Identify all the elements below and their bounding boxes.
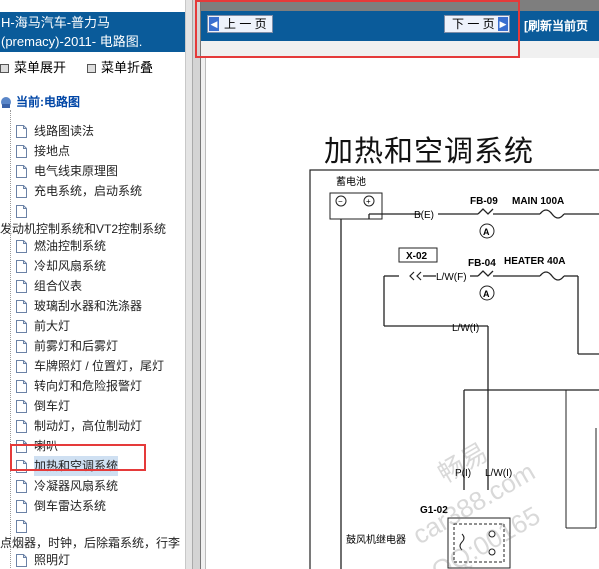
tree-guide-line: [10, 110, 12, 569]
menu-item-label: 冷却风扇系统: [34, 259, 107, 273]
document-icon: [16, 144, 27, 158]
menu-item[interactable]: 充电系统，启动系统: [0, 181, 185, 201]
menu-item-label: 照明灯: [34, 553, 71, 567]
document-icon: [16, 499, 27, 513]
document-icon: [16, 359, 27, 373]
folder-icon: [1, 97, 11, 108]
document-icon: [16, 164, 27, 178]
g102-label: G1-02: [420, 505, 448, 516]
menu-item-blank[interactable]: [0, 201, 185, 221]
menu-item[interactable]: 制动灯，高位制动灯: [0, 416, 185, 436]
menu-item[interactable]: 倒车雷达系统: [0, 496, 185, 516]
document-icon: [16, 553, 27, 567]
battery-label: 蓄电池: [336, 175, 366, 188]
menu-item-label: 线路图读法: [34, 124, 95, 138]
sidebar-title: H-海马汽车-普力马 (premacy)-2011- 电路图.: [0, 12, 185, 52]
document-icon: [16, 479, 27, 493]
fb09-label: FB-09: [470, 196, 498, 207]
menu-item[interactable]: 燃油控制系统: [0, 236, 185, 256]
frame-splitter[interactable]: [192, 0, 201, 569]
document-icon: [16, 339, 27, 353]
menu-item[interactable]: 照明灯: [0, 550, 185, 569]
highlight-box-left: [10, 444, 146, 471]
menu-item-label: 前雾灯和后雾灯: [34, 339, 119, 353]
document-icon: [16, 239, 27, 253]
menu-item-label: 倒车雷达系统: [34, 499, 107, 513]
menu-controls: 菜单展开 菜单折叠: [0, 56, 185, 76]
heater-fuse-symbol: [539, 271, 565, 281]
document-icon: [16, 299, 27, 313]
menu-item-label: 制动灯，高位制动灯: [34, 419, 143, 433]
document-icon: [16, 399, 27, 413]
current-node-label: 当前:电路图: [16, 95, 80, 109]
pi-label: P(I): [455, 468, 471, 479]
lwi2-label: L/W(I): [485, 468, 512, 479]
menu-item[interactable]: 倒车灯: [0, 396, 185, 416]
menu-item-label: 转向灯和危险报警灯: [34, 379, 143, 393]
document-icon: [16, 124, 27, 138]
menu-expand-button[interactable]: 菜单展开: [0, 57, 66, 76]
menu-item[interactable]: 组合仪表: [0, 276, 185, 296]
menu-item[interactable]: 冷却风扇系统: [0, 256, 185, 276]
current-node[interactable]: 当前:电路图: [0, 92, 185, 112]
menu-item-label: 车牌照灯 / 位置灯，尾灯: [34, 359, 165, 373]
lwf-label: L/W(F): [436, 272, 467, 283]
lwi-label: L/W(I): [452, 323, 479, 334]
document-icon: [16, 259, 27, 273]
svg-text:+: +: [366, 197, 371, 206]
menu-item-label: 冷凝器风扇系统: [34, 479, 119, 493]
document-pane: 加热和空调系统 蓄电池 − + B(E) FB-09 A MAIN 100A X…: [205, 58, 599, 569]
connector-arrows: [409, 271, 422, 281]
wiring-diagram: 蓄电池 − + B(E) FB-09 A MAIN 100A X-02 L/W(…: [309, 169, 599, 569]
sidebar-title-line1: H-海马汽车-普力马: [1, 15, 111, 30]
menu-item[interactable]: 前雾灯和后雾灯: [0, 336, 185, 356]
relay-label: 鼓风机继电器: [346, 533, 406, 546]
svg-text:−: −: [338, 197, 343, 206]
fb04-label: FB-04: [468, 258, 496, 269]
menu-item[interactable]: 转向灯和危险报警灯: [0, 376, 185, 396]
document-icon: [16, 419, 27, 433]
main-fuse-label: MAIN 100A: [512, 196, 564, 207]
menu-item[interactable]: 电气线束原理图: [0, 161, 185, 181]
menu-item-label: 充电系统，启动系统: [34, 184, 143, 198]
document-icon: [16, 279, 27, 293]
circle-a-2-label: A: [483, 289, 490, 299]
main-fuse-symbol: [539, 209, 565, 219]
menu-item[interactable]: 冷凝器风扇系统: [0, 476, 185, 496]
diagram-border: [309, 169, 599, 569]
refresh-link[interactable]: [刷新当前页: [524, 17, 588, 34]
expand-icon: [0, 64, 9, 74]
circle-a-1-label: A: [483, 227, 490, 237]
document-icon: [16, 379, 27, 393]
document-icon: [16, 184, 27, 198]
heater-fuse-label: HEATER 40A: [504, 256, 566, 267]
document-icon: [16, 319, 27, 333]
menu-item-label: 组合仪表: [34, 279, 83, 293]
menu-item[interactable]: 前大灯: [0, 316, 185, 336]
menu-item-label: 电气线束原理图: [34, 164, 119, 178]
document-icon: [16, 519, 27, 533]
menu-item-label: 倒车灯: [34, 399, 71, 413]
be-label: B(E): [414, 210, 434, 221]
sidebar-title-line2: (premacy)-2011- 电路图.: [1, 34, 143, 49]
menu-item[interactable]: 接地点: [0, 141, 185, 161]
menu-item[interactable]: 线路图读法: [0, 121, 185, 141]
menu-item-label: 玻璃刮水器和洗涤器: [34, 299, 143, 313]
menu-collapse-button[interactable]: 菜单折叠: [87, 57, 153, 76]
menu-item[interactable]: 车牌照灯 / 位置灯，尾灯: [0, 356, 185, 376]
collapse-icon: [87, 64, 96, 74]
sidebar: H-海马汽车-普力马 (premacy)-2011- 电路图. 菜单展开 菜单折…: [0, 0, 185, 569]
menu-item[interactable]: 玻璃刮水器和洗涤器: [0, 296, 185, 316]
menu-item-label: 接地点: [34, 144, 71, 158]
x02-label: X-02: [406, 251, 428, 262]
menu-item-label: 燃油控制系统: [34, 239, 107, 253]
relay-box: [447, 517, 511, 569]
menu-item-label: 前大灯: [34, 319, 71, 333]
document-icon: [16, 204, 27, 218]
highlight-box-top: [195, 0, 520, 58]
